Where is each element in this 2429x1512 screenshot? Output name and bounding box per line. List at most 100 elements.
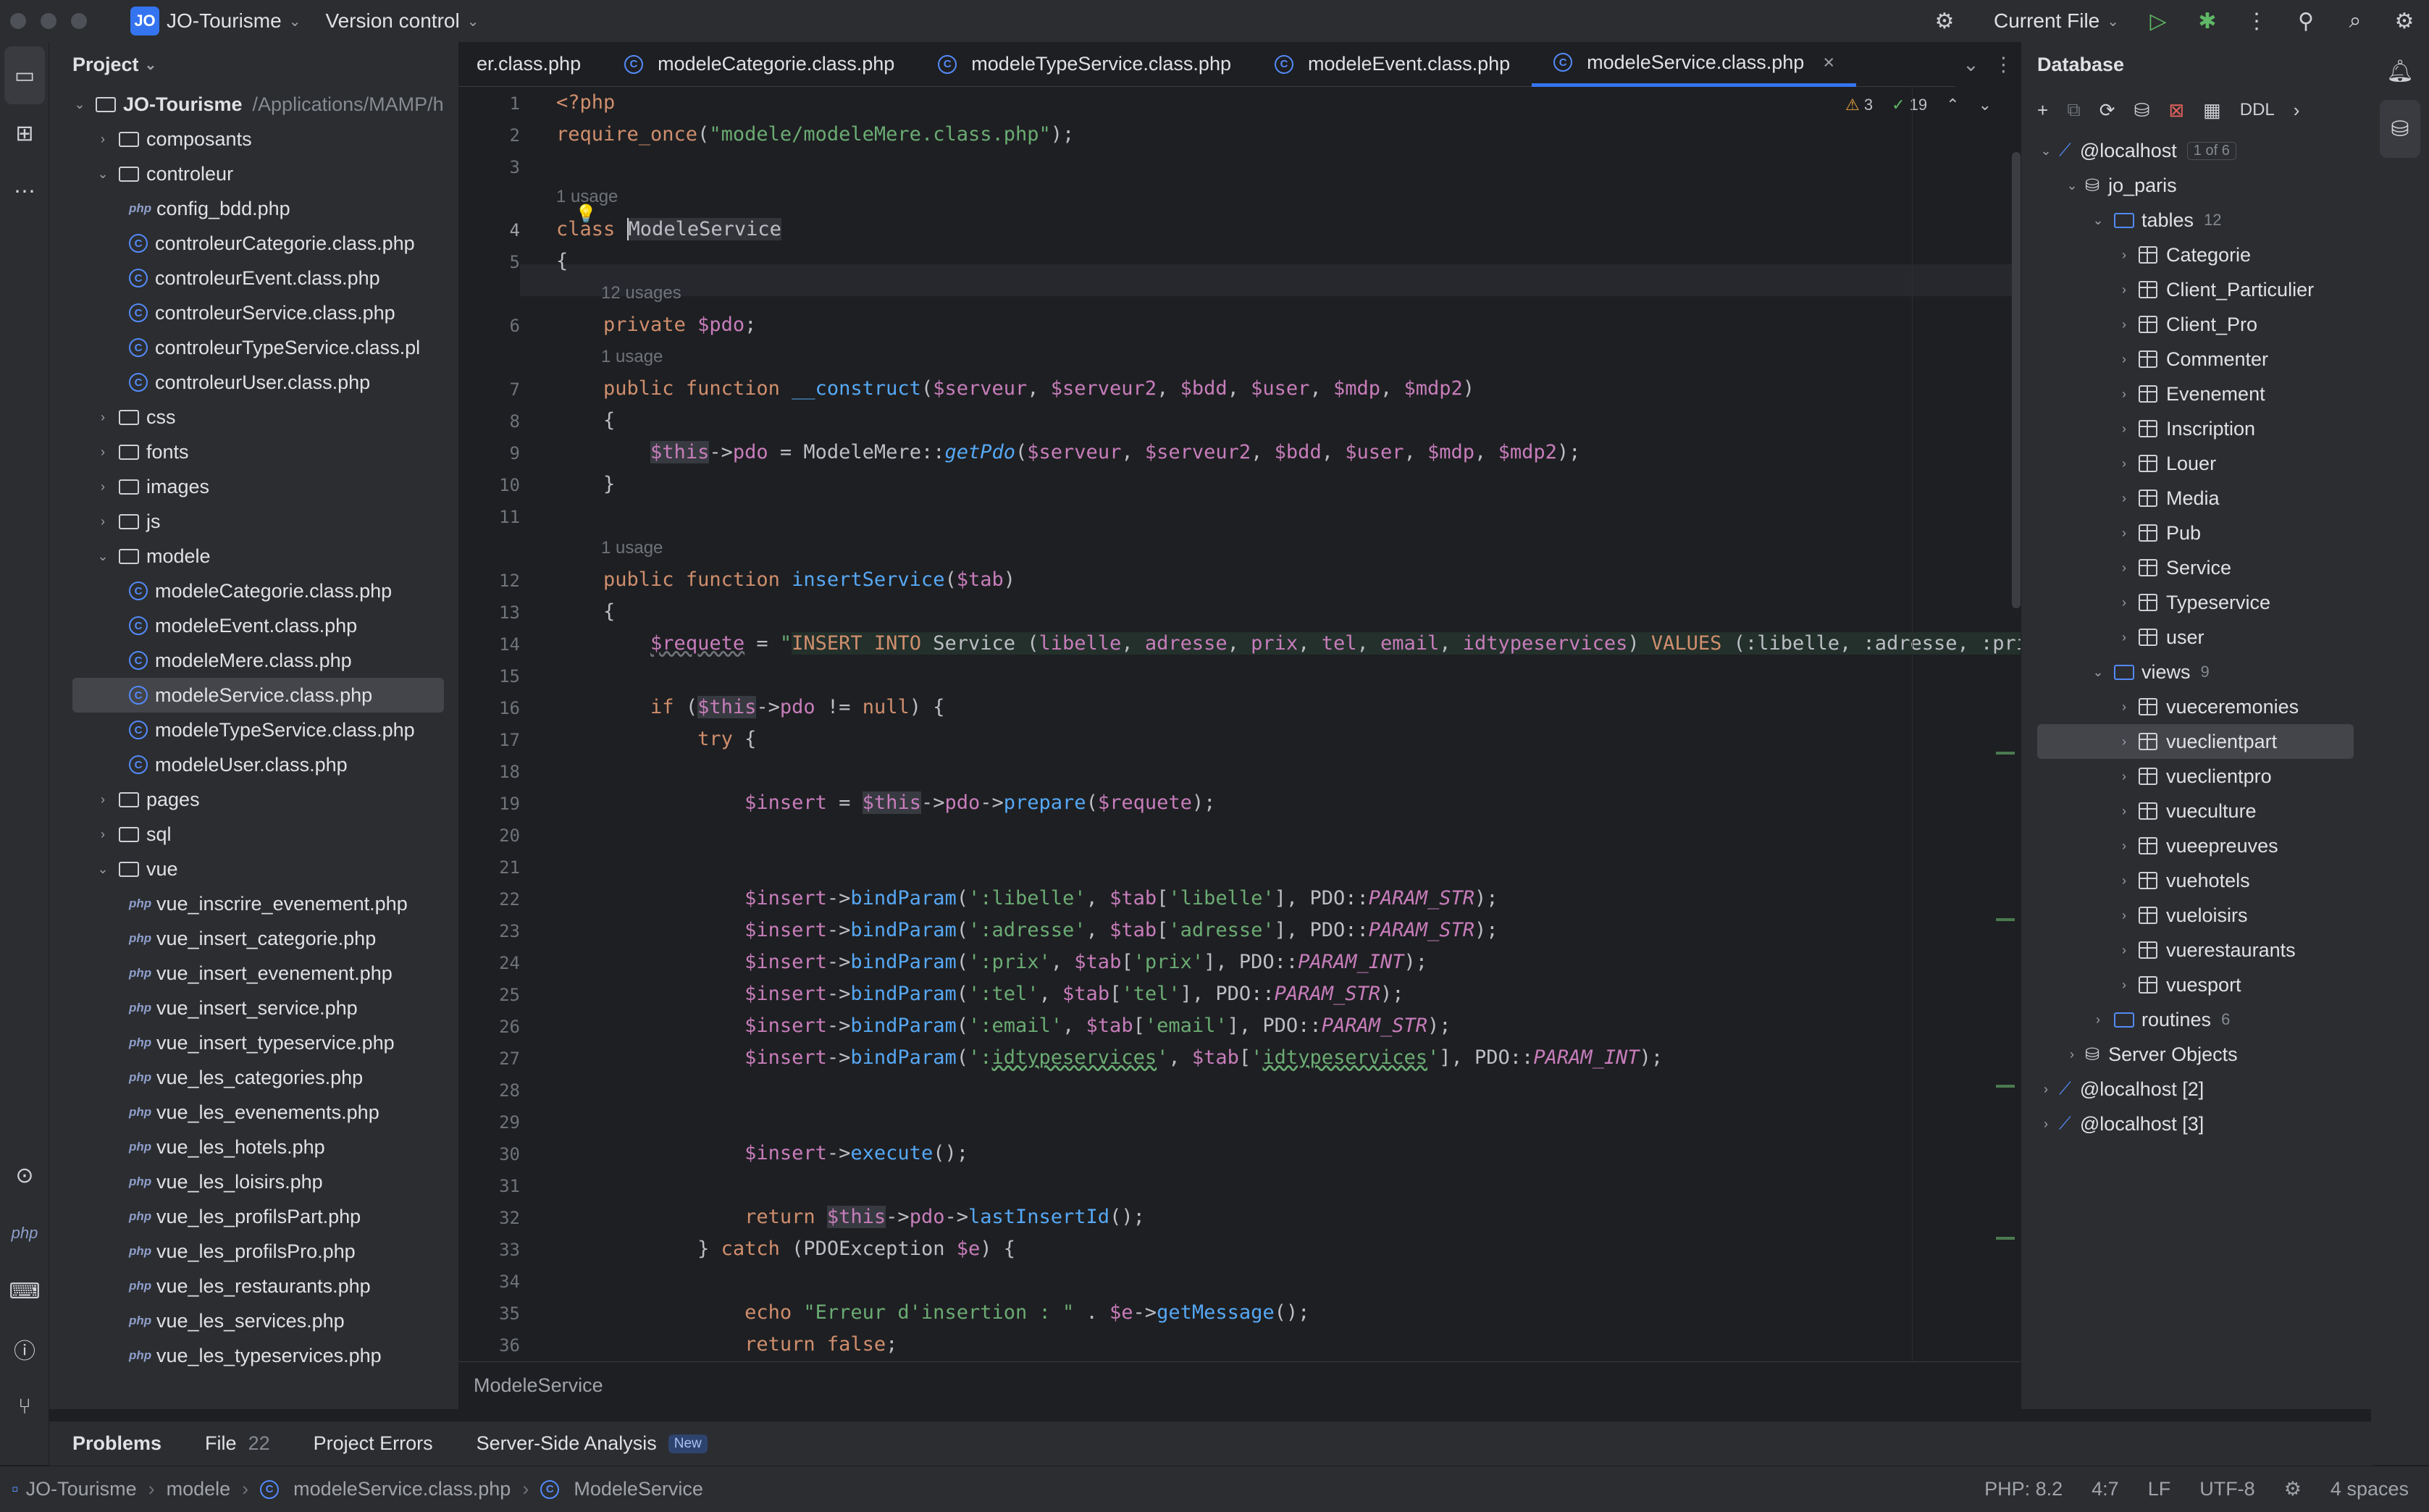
tree-file[interactable]: CcontroleurUser.class.php	[49, 365, 458, 400]
debug-icon[interactable]: ✱	[2183, 0, 2232, 42]
chevron-right-icon[interactable]: ›	[2115, 560, 2133, 576]
tree-file[interactable]: php vue_insert_service.php	[49, 991, 458, 1025]
chevron-down-icon[interactable]: ⌄	[94, 862, 112, 877]
db-tree-node[interactable]: › Evenement	[2021, 377, 2371, 411]
chevron-right-icon[interactable]: ›	[2115, 700, 2133, 715]
db-tree-node[interactable]: › vuesport	[2021, 967, 2371, 1002]
tree-folder[interactable]: › js	[49, 504, 458, 539]
tree-file[interactable]: CmodeleMere.class.php	[49, 643, 458, 678]
tree-file[interactable]: php vue_les_hotels.php	[49, 1130, 458, 1164]
chevron-right-icon[interactable]: ›	[2115, 248, 2133, 263]
line-ending[interactable]: LF	[2148, 1478, 2171, 1500]
line-number[interactable]: 5	[459, 252, 520, 272]
line-number[interactable]: 30	[459, 1144, 520, 1164]
line-number[interactable]: 9	[459, 443, 520, 463]
line-number[interactable]: 2	[459, 125, 520, 146]
tree-folder[interactable]: › pages	[49, 782, 458, 817]
status-crumb-project[interactable]: ▫ JO-Tourisme	[12, 1478, 137, 1500]
php-version[interactable]: PHP: 8.2	[1984, 1478, 2063, 1500]
tree-folder[interactable]: › images	[49, 469, 458, 504]
db-tree-node[interactable]: › vueceremonies	[2021, 689, 2371, 724]
line-number[interactable]: 13	[459, 602, 520, 623]
tree-file[interactable]: CmodeleService.class.php	[72, 678, 444, 713]
line-number[interactable]: 21	[459, 857, 520, 878]
copy-icon[interactable]: ⧉	[2067, 98, 2081, 122]
line-number[interactable]: 33	[459, 1240, 520, 1260]
line-number[interactable]: 18	[459, 762, 520, 782]
db-tree-node[interactable]: › vuerestaurants	[2021, 933, 2371, 967]
editor-tab[interactable]: CmodeleTypeService.class.php	[916, 42, 1253, 87]
chevron-right-icon[interactable]: ›	[2115, 943, 2133, 958]
db-tree-node[interactable]: › ⟋ @localhost [3]	[2021, 1106, 2371, 1141]
line-number[interactable]: 6	[459, 316, 520, 336]
add-user-icon[interactable]: ⚲	[2281, 0, 2331, 42]
file-encoding[interactable]: UTF-8	[2199, 1478, 2255, 1500]
db-tree-node[interactable]: › ⟋ @localhost [2]	[2021, 1072, 2371, 1106]
php-icon[interactable]: php	[0, 1204, 49, 1262]
editor-tab[interactable]: CmodeleEvent.class.php	[1253, 42, 1532, 87]
code-with-me-icon[interactable]: ⚙	[1920, 0, 1969, 42]
line-number[interactable]: 15	[459, 666, 520, 686]
chevron-right-icon[interactable]: ›	[2115, 491, 2133, 506]
line-number[interactable]: 20	[459, 826, 520, 846]
tree-file[interactable]: php vue_les_loisirs.php	[49, 1164, 458, 1199]
tree-file[interactable]: CmodeleUser.class.php	[49, 747, 458, 782]
tree-file[interactable]: php vue_les_services.php	[49, 1303, 458, 1338]
project-panel-header[interactable]: Project ⌄	[49, 42, 458, 87]
tab-server-side-analysis[interactable]: Server-Side Analysis New	[477, 1432, 708, 1455]
vcs-menu[interactable]: Version control ⌄	[325, 9, 479, 33]
db-tree-node[interactable]: › vueclientpart	[2037, 724, 2354, 759]
tab-file[interactable]: File 22	[205, 1432, 270, 1455]
tree-folder[interactable]: › fonts	[49, 434, 458, 469]
usage-hint[interactable]: 12 usages	[601, 277, 681, 309]
indent-setting[interactable]: 4 spaces	[2331, 1478, 2409, 1500]
line-number[interactable]: 17	[459, 730, 520, 750]
tree-folder[interactable]: ⌄ vue	[49, 852, 458, 886]
chevron-right-icon[interactable]: ›	[2115, 908, 2133, 923]
line-number[interactable]: 11	[459, 507, 520, 527]
close-icon[interactable]: ×	[1823, 51, 1834, 74]
chevron-right-icon[interactable]: ›	[2115, 317, 2133, 332]
db-tree-node[interactable]: › Inscription	[2021, 411, 2371, 446]
db-tree-node[interactable]: › Categorie	[2021, 238, 2371, 272]
db-tree-node[interactable]: › Media	[2021, 481, 2371, 516]
line-number[interactable]: 28	[459, 1080, 520, 1101]
window-zoom-button[interactable]	[71, 13, 87, 29]
chevron-right-icon[interactable]: ›	[2115, 978, 2133, 993]
services-icon[interactable]: ⊙	[0, 1146, 49, 1204]
db-tree-node[interactable]: › vueclientpro	[2021, 759, 2371, 794]
project-switcher[interactable]: JO JO-Tourisme ⌄	[130, 7, 301, 35]
tabs-more-icon[interactable]: ⋮	[1994, 54, 2013, 76]
db-tree-node[interactable]: › Louer	[2021, 446, 2371, 481]
chevron-right-icon[interactable]: ›	[2115, 734, 2133, 749]
chevron-right-icon[interactable]: ›	[2115, 456, 2133, 471]
db-tree-node[interactable]: ⌄ tables 12	[2021, 203, 2371, 238]
chevron-right-icon[interactable]: ›	[2115, 804, 2133, 819]
db-tree-node[interactable]: › ⛁ Server Objects	[2021, 1037, 2371, 1072]
line-number[interactable]: 24	[459, 953, 520, 973]
window-minimize-button[interactable]	[41, 13, 56, 29]
db-tree-node[interactable]: ⌄ views 9	[2021, 655, 2371, 689]
chevron-right-icon[interactable]: ›	[2115, 630, 2133, 645]
tree-file[interactable]: CmodeleTypeService.class.php	[49, 713, 458, 747]
tree-file[interactable]: php vue_les_profilsPro.php	[49, 1234, 458, 1269]
chevron-right-icon[interactable]: ›	[2089, 1012, 2107, 1028]
line-number[interactable]: 26	[459, 1017, 520, 1037]
line-number[interactable]: 29	[459, 1112, 520, 1133]
chevron-down-icon[interactable]: ⌄	[2037, 143, 2055, 159]
line-number[interactable]: 7	[459, 379, 520, 400]
chevron-right-icon[interactable]: ›	[2037, 1117, 2055, 1132]
tree-file[interactable]: CcontroleurTypeService.class.pl	[49, 330, 458, 365]
tree-file[interactable]: php vue_insert_typeservice.php	[49, 1025, 458, 1060]
tree-root[interactable]: ⌄ JO-Tourisme /Applications/MAMP/h	[49, 87, 458, 122]
run-icon[interactable]: ▷	[2134, 0, 2183, 42]
editor-tab[interactable]: CmodeleService.class.php ×	[1532, 42, 1857, 87]
db-tree-node[interactable]: › vueepreuves	[2021, 828, 2371, 863]
db-tree-node[interactable]: › vueloisirs	[2021, 898, 2371, 933]
chevron-right-icon[interactable]: ›	[2115, 387, 2133, 402]
chevron-right-icon[interactable]: ›	[2063, 1047, 2081, 1062]
editor-scrollbar[interactable]	[2012, 152, 2021, 608]
tree-folder[interactable]: › sql	[49, 817, 458, 852]
chevron-right-icon[interactable]: ›	[94, 445, 112, 460]
chevron-right-icon[interactable]: ›	[2294, 99, 2300, 122]
